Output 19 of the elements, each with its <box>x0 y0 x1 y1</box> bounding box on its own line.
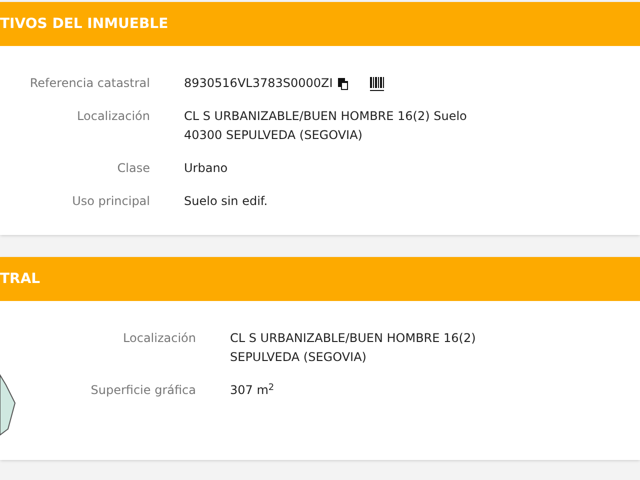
copy-icon[interactable] <box>336 76 351 90</box>
parcel-drawing <box>0 373 16 437</box>
field-value: 307 m$^{2}$ <box>230 382 274 399</box>
field-label: Uso principal <box>71 193 151 210</box>
field-value: Suelo sin edif. <box>184 193 268 210</box>
barcode-icon[interactable] <box>368 76 385 92</box>
field-label: Localización <box>122 330 197 347</box>
section-title: TRAL <box>0 270 40 288</box>
field-value: SEPULVEDA (SEGOVIA) <box>230 349 366 366</box>
field-value: 40300 SEPULVEDA (SEGOVIA) <box>184 127 362 144</box>
field-label: Clase <box>116 160 151 177</box>
field-label: Superficie gráfica <box>90 382 197 399</box>
field-value: CL S URBANIZABLE/BUEN HOMBRE 16(2) Suelo <box>184 108 467 125</box>
section-title: TIVOS DEL INMUEBLE <box>0 14 168 34</box>
field-value: CL S URBANIZABLE/BUEN HOMBRE 16(2) <box>230 330 476 347</box>
field-label: Referencia catastral <box>28 75 151 92</box>
field-value: Urbano <box>184 160 228 177</box>
field-label: Localización <box>76 108 151 125</box>
field-value: 8930516VL3783S0000ZI <box>184 75 333 92</box>
